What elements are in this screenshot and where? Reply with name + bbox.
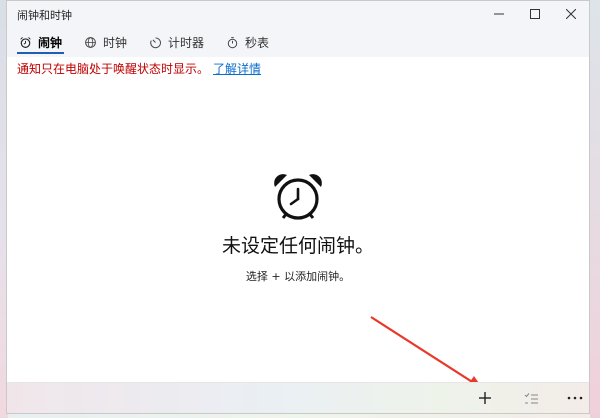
tab-bar: 闹钟 时钟 计时器 秒表 [7,27,589,57]
empty-state-subtitle: 选择 + 以添加闹钟。 [245,270,351,283]
stopwatch-icon [226,36,239,49]
world-clock-icon [84,36,97,49]
tab-timer[interactable]: 计时器 [139,27,214,57]
minimize-icon [494,13,504,15]
tab-alarm[interactable]: 闹钟 [9,27,72,57]
add-icon [479,392,491,404]
window-controls [481,1,589,27]
tab-stopwatch-label: 秒表 [245,35,270,50]
tab-timer-label: 计时器 [168,35,205,50]
timer-icon [149,36,162,49]
minimize-button[interactable] [481,1,517,27]
notice-text: 通知只在电脑处于唤醒状态时显示。 [17,62,210,76]
maximize-button[interactable] [517,1,553,27]
tab-world-clock-label: 时钟 [103,35,128,50]
learn-more-link[interactable]: 了解详情 [213,62,261,76]
empty-state-title: 未设定任何闹钟。 [221,235,374,257]
select-list-icon [524,392,538,403]
close-button[interactable] [553,1,589,27]
title-bar[interactable]: 闹钟和时钟 [7,1,589,27]
alarm-clock-icon [7,171,589,221]
alarm-clock-icon [19,36,32,49]
alarms-clock-window: 闹钟和时钟 闹钟 时钟 计时器 秒表 通知只在电脑处于唤醒状态时显示。 了解详情… [6,0,590,414]
maximize-icon [530,9,540,19]
more-options-button[interactable] [555,383,595,413]
tab-stopwatch[interactable]: 秒表 [216,27,279,57]
add-alarm-button[interactable] [465,383,505,413]
notification-notice: 通知只在电脑处于唤醒状态时显示。 了解详情 [17,60,261,77]
tab-world-clock[interactable]: 时钟 [74,27,137,57]
command-bar [7,382,589,413]
annotation-arrow [370,316,483,389]
window-title: 闹钟和时钟 [17,9,72,22]
select-alarms-button[interactable] [511,383,551,413]
desktop-backdrop-right [590,0,600,418]
tab-alarm-label: 闹钟 [38,35,63,50]
more-icon [567,396,583,400]
empty-state: 未设定任何闹钟。 选择 + 以添加闹钟。 [7,171,589,284]
close-icon [566,9,576,19]
